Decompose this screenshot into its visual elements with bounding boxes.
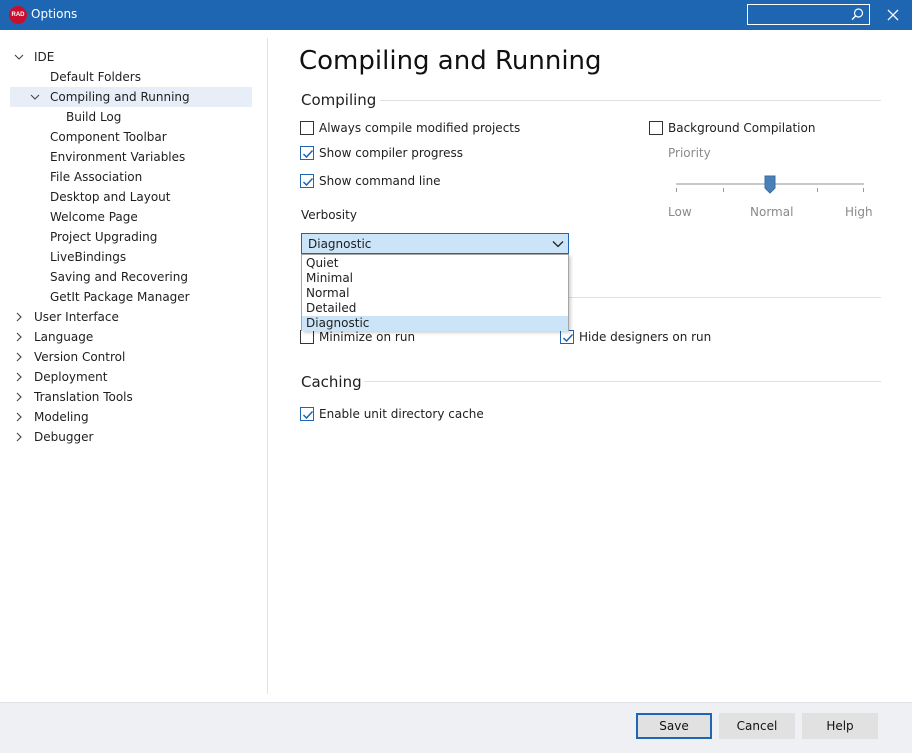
verbosity-option-minimal[interactable]: Minimal [302, 271, 568, 286]
verbosity-dropdown-list: Quiet Minimal Normal Detailed Diagnostic [301, 254, 569, 331]
tree-item-user-interface[interactable]: User Interface [10, 307, 252, 327]
title-search-input[interactable] [747, 4, 870, 25]
tree-item-label: Version Control [34, 350, 126, 364]
show-compiler-progress-checkbox[interactable]: Show compiler progress [300, 145, 500, 163]
tree-item-compiling-and-running[interactable]: Compiling and Running [10, 87, 252, 107]
chevron-down-icon[interactable] [30, 92, 40, 102]
sidebar-divider [267, 38, 268, 694]
checkbox-box[interactable] [560, 330, 574, 344]
tree-item-label: Compiling and Running [50, 90, 190, 104]
slider-tick [676, 188, 677, 192]
tree-item-build-log[interactable]: Build Log [66, 107, 121, 127]
tree-item-environment-variables[interactable]: Environment Variables [50, 147, 185, 167]
chevron-down-icon[interactable] [552, 238, 564, 250]
checkbox-label: Minimize on run [319, 330, 416, 344]
tree-item-component-toolbar[interactable]: Component Toolbar [50, 127, 167, 147]
verbosity-select[interactable]: Diagnostic [301, 233, 569, 254]
tree-item-welcome-page[interactable]: Welcome Page [50, 207, 138, 227]
chevron-right-icon[interactable] [14, 352, 24, 362]
chevron-right-icon[interactable] [14, 312, 24, 322]
tree-item-label: Modeling [34, 410, 89, 424]
tree-item-language[interactable]: Language [10, 327, 252, 347]
checkbox-label: Hide designers on run [579, 330, 712, 344]
checkbox-box[interactable] [300, 146, 314, 160]
window-title: Options [31, 7, 78, 21]
tree-item-translation-tools[interactable]: Translation Tools [10, 387, 252, 407]
checkmark-icon [562, 333, 574, 343]
search-icon[interactable] [850, 7, 865, 22]
verbosity-label: Verbosity [301, 208, 357, 222]
tree-item-desktop-and-layout[interactable]: Desktop and Layout [50, 187, 171, 207]
group-title-caching: Caching [301, 373, 362, 391]
always-compile-checkbox[interactable]: Always compile modified projects [300, 120, 560, 138]
chevron-right-icon[interactable] [14, 412, 24, 422]
tree-item-label: IDE [34, 50, 55, 64]
chevron-right-icon[interactable] [14, 432, 24, 442]
group-divider [380, 100, 881, 101]
priority-high-label: High [845, 205, 873, 219]
save-button[interactable]: Save [636, 713, 712, 739]
tree-item-project-upgrading[interactable]: Project Upgrading [50, 227, 157, 247]
background-compilation-checkbox[interactable]: Background Compilation [649, 120, 869, 138]
page-title: Compiling and Running [299, 46, 602, 76]
checkbox-box[interactable] [649, 121, 663, 135]
tree-item-debugger[interactable]: Debugger [10, 427, 252, 447]
group-divider [569, 297, 881, 298]
checkbox-label: Enable unit directory cache [319, 407, 484, 421]
checkbox-box[interactable] [300, 121, 314, 135]
title-bar: RAD Options [0, 0, 912, 30]
tree-item-version-control[interactable]: Version Control [10, 347, 252, 367]
enable-unit-cache-checkbox[interactable]: Enable unit directory cache [300, 406, 520, 424]
slider-tick [723, 188, 724, 192]
priority-normal-label: Normal [750, 205, 794, 219]
tree-item-modeling[interactable]: Modeling [10, 407, 252, 427]
tree-item-label: User Interface [34, 310, 119, 324]
chevron-down-icon[interactable] [14, 52, 24, 62]
verbosity-option-normal[interactable]: Normal [302, 286, 568, 301]
verbosity-option-quiet[interactable]: Quiet [302, 256, 568, 271]
checkbox-box[interactable] [300, 330, 314, 344]
show-command-line-checkbox[interactable]: Show command line [300, 173, 500, 191]
tree-item-label: Language [34, 330, 94, 344]
help-button[interactable]: Help [802, 713, 878, 739]
tree-item-deployment[interactable]: Deployment [10, 367, 252, 387]
checkmark-icon [302, 177, 314, 187]
tree-item-label: Translation Tools [34, 390, 133, 404]
hide-designers-checkbox[interactable]: Hide designers on run [560, 329, 760, 347]
tree-item-saving-and-recovering[interactable]: Saving and Recovering [50, 267, 188, 287]
checkbox-box[interactable] [300, 407, 314, 421]
checkbox-label: Background Compilation [668, 121, 816, 135]
checkmark-icon [302, 410, 314, 420]
verbosity-option-detailed[interactable]: Detailed [302, 301, 568, 316]
checkbox-label: Show compiler progress [319, 146, 464, 160]
slider-tick [863, 188, 864, 192]
checkbox-label: Always compile modified projects [319, 121, 521, 135]
tree-item-ide[interactable]: IDE [10, 47, 252, 67]
app-logo: RAD [9, 6, 27, 24]
group-divider [364, 381, 881, 382]
chevron-right-icon[interactable] [14, 332, 24, 342]
tree-item-getit-package-manager[interactable]: GetIt Package Manager [50, 287, 190, 307]
checkbox-box[interactable] [300, 174, 314, 188]
group-title-compiling: Compiling [301, 91, 377, 109]
tree-item-label: Debugger [34, 430, 94, 444]
chevron-right-icon[interactable] [14, 372, 24, 382]
close-icon[interactable] [884, 6, 902, 24]
checkmark-icon [302, 149, 314, 159]
slider-tick [817, 188, 818, 192]
tree-item-default-folders[interactable]: Default Folders [50, 67, 141, 87]
checkbox-label: Show command line [319, 174, 441, 188]
cancel-button[interactable]: Cancel [719, 713, 795, 739]
tree-item-file-association[interactable]: File Association [50, 167, 142, 187]
priority-low-label: Low [668, 205, 692, 219]
verbosity-option-diagnostic[interactable]: Diagnostic [302, 316, 568, 331]
chevron-right-icon[interactable] [14, 392, 24, 402]
minimize-on-run-checkbox[interactable]: Minimize on run [300, 329, 500, 347]
priority-label: Priority [668, 146, 711, 160]
verbosity-selected-value: Diagnostic [308, 237, 372, 251]
tree-item-livebindings[interactable]: LiveBindings [50, 247, 126, 267]
priority-slider-thumb[interactable] [764, 175, 776, 194]
tree-item-label: Deployment [34, 370, 108, 384]
